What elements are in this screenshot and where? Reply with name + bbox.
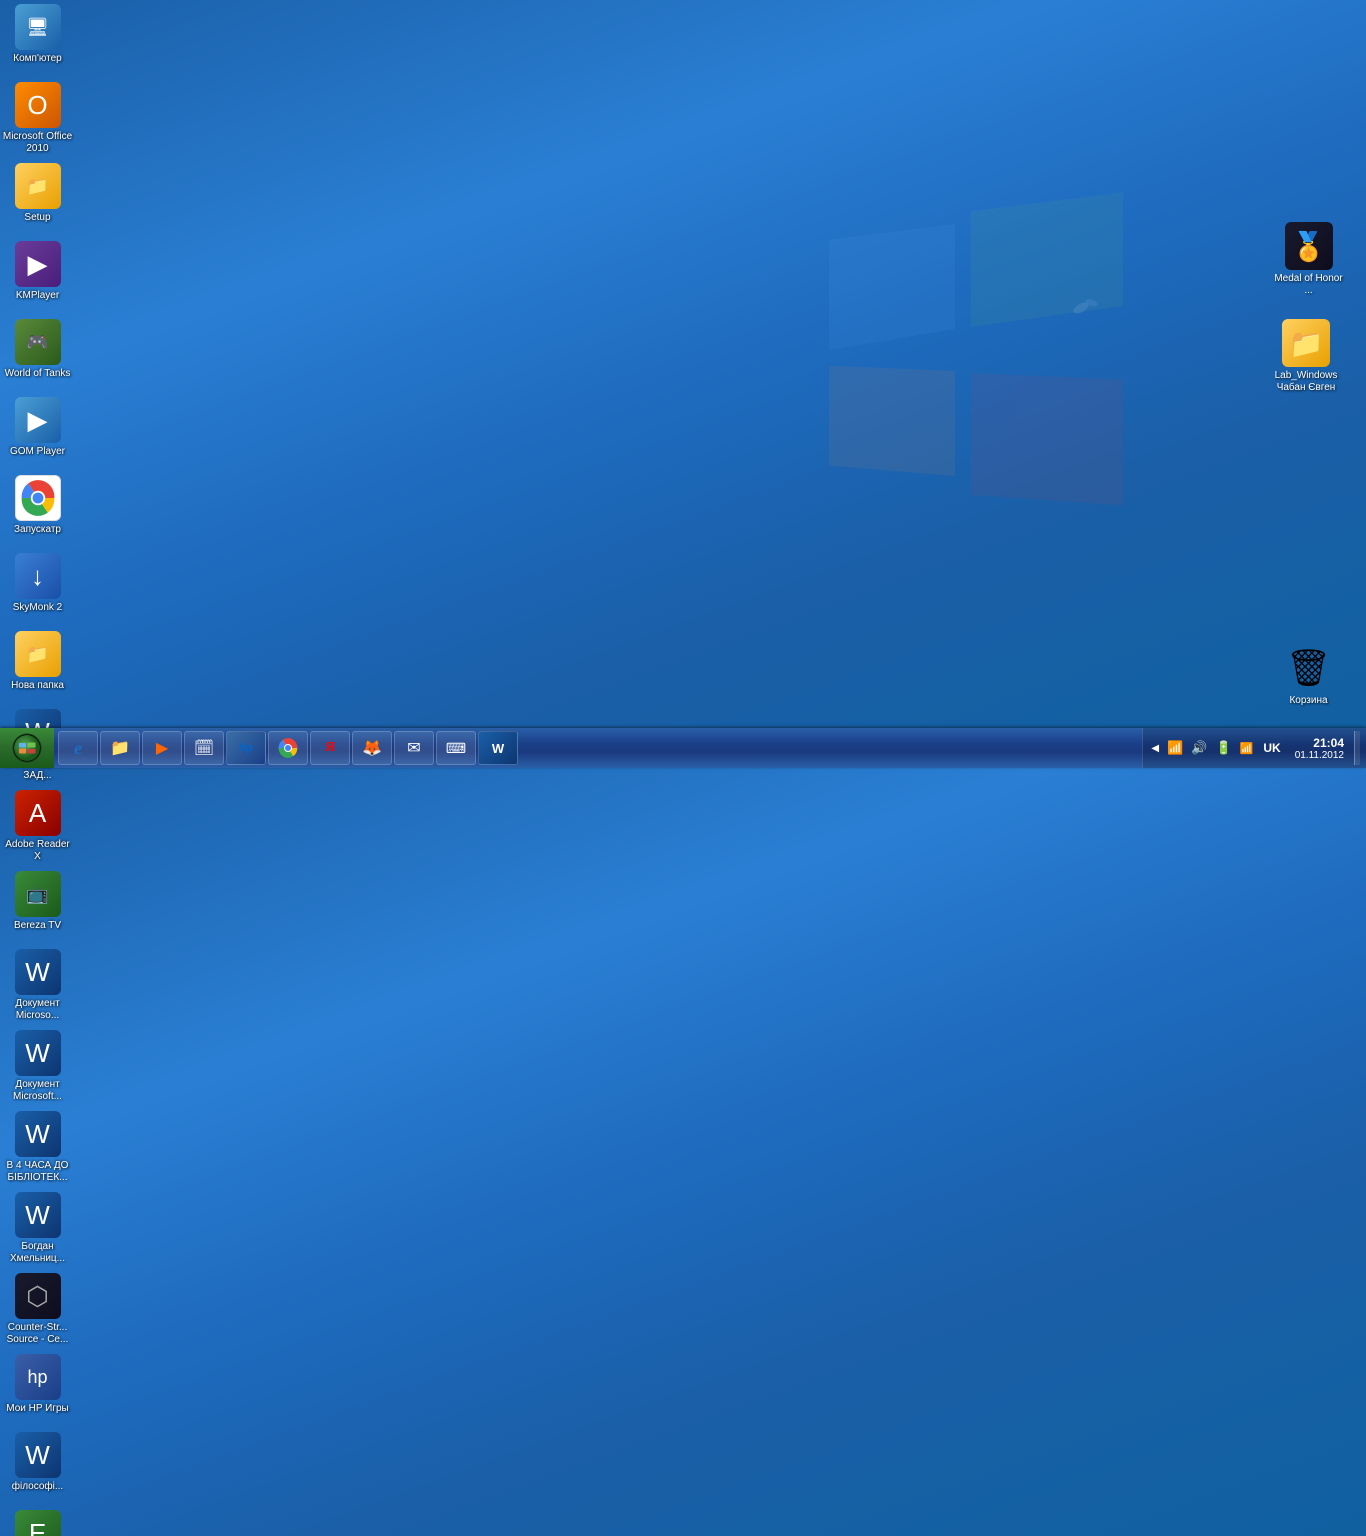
system-tray: ◀ 📶 🔊 🔋 📶 UK 21:04 01.11.2012 — [1142, 728, 1366, 768]
taskbar-word[interactable]: W — [478, 731, 518, 765]
icon-philos1[interactable]: W філософі... — [0, 1428, 75, 1506]
desktop-icons-container: 🖥 Комп'ютер O Microsoft Office 2010 📁 Se… — [0, 0, 1290, 728]
icon-v4chasa[interactable]: W В 4 ЧАСА ДО БІБЛІОТЕК... — [0, 1107, 75, 1188]
tray-datetime[interactable]: 21:04 01.11.2012 — [1289, 734, 1350, 763]
icon-bogdan[interactable]: W Богдан Хмельниц... — [0, 1188, 75, 1269]
taskbar-firefox[interactable]: 🦊 — [352, 731, 392, 765]
taskbar-ie[interactable]: e — [58, 731, 98, 765]
icon-myhp[interactable]: hp Мои HP Игры — [0, 1350, 75, 1428]
labwin-chaban-icon[interactable]: 📁 Lab_Windows Чабан Євген — [1266, 315, 1346, 398]
icon-adobe[interactable]: A Adobe Reader X — [0, 786, 75, 867]
taskbar-yandex[interactable]: Я — [310, 731, 350, 765]
taskbar-explorer[interactable]: 📁 — [100, 731, 140, 765]
taskbar: e 📁 ▶ 🗓 hp Я 🦊 ✉ ⌨ W ◀ 📶 🔊 🔋 📶 U — [0, 728, 1366, 768]
icon-newfolder[interactable]: 📁 Нова папка — [0, 627, 75, 705]
taskbar-apps: e 📁 ▶ 🗓 hp Я 🦊 ✉ ⌨ W — [54, 728, 522, 768]
icon-doc2[interactable]: W Документ Microsoft... — [0, 1026, 75, 1107]
taskbar-mail[interactable]: ✉ — [394, 731, 434, 765]
tray-volume[interactable]: 🔊 — [1189, 738, 1209, 758]
honor-icon[interactable]: 🏅 Medal of Honor ... — [1271, 218, 1346, 301]
icon-bereza[interactable]: 📺 Bereza TV — [0, 867, 75, 945]
taskbar-keyboard[interactable]: ⌨ — [436, 731, 476, 765]
start-button[interactable] — [0, 728, 54, 768]
tray-lang[interactable]: UK — [1259, 739, 1284, 757]
taskbar-wmp[interactable]: ▶ — [142, 731, 182, 765]
icon-launcher[interactable]: Запускатр — [0, 471, 75, 549]
tray-network[interactable]: 📶 — [1165, 738, 1185, 758]
tray-show-desktop[interactable] — [1354, 731, 1360, 765]
icon-everest[interactable]: E Everest — [0, 1506, 75, 1536]
icon-setup[interactable]: 📁 Setup — [0, 159, 75, 237]
taskbar-hp[interactable]: hp — [226, 731, 266, 765]
icon-office[interactable]: O Microsoft Office 2010 — [0, 78, 75, 159]
taskbar-item4[interactable]: 🗓 — [184, 731, 224, 765]
tray-arrow[interactable]: ◀ — [1149, 741, 1161, 756]
icon-kmplayer[interactable]: ▶ KMPlayer — [0, 237, 75, 315]
icon-worldoftanks[interactable]: 🎮 World of Tanks — [0, 315, 75, 393]
icon-doc1[interactable]: W Документ Microsо... — [0, 945, 75, 1026]
trash-icon[interactable]: 🗑 Корзина — [1271, 640, 1346, 711]
tray-signal[interactable]: 📶 — [1238, 740, 1256, 757]
tray-battery[interactable]: 🔋 — [1213, 738, 1233, 758]
icon-computer[interactable]: 🖥 Комп'ютер — [0, 0, 75, 78]
taskbar-chrome[interactable] — [268, 731, 308, 765]
icon-countstr1[interactable]: ⬡ Counter-Str... Source - Ce... — [0, 1269, 75, 1350]
icon-skymonk[interactable]: ↓ SkyMonk 2 — [0, 549, 75, 627]
icon-gompl[interactable]: ▶ GOM Player — [0, 393, 75, 471]
